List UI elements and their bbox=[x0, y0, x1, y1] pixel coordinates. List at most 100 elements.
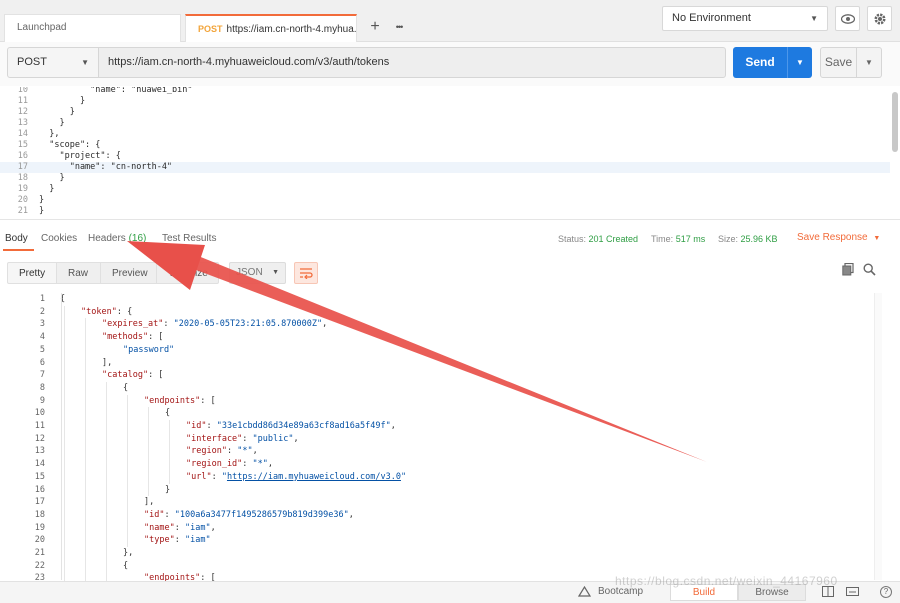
code-token: : [ bbox=[200, 395, 216, 406]
line-number: 5 bbox=[39, 344, 45, 355]
code-link[interactable]: https://iam.myhuaweicloud.com/v3.0 bbox=[227, 472, 401, 482]
response-body-editor[interactable]: 1{2 "token": {3 "expires_at": "2020-05-05T… bbox=[0, 291, 900, 581]
line-number: 8 bbox=[39, 382, 45, 393]
bootcamp-icon[interactable] bbox=[577, 585, 592, 600]
send-button[interactable]: Send bbox=[733, 47, 787, 78]
line-number: 3 bbox=[39, 319, 45, 330]
eye-icon[interactable] bbox=[835, 6, 860, 31]
request-code-line: 17 "name": "cn-north-4" bbox=[0, 162, 890, 173]
language-select[interactable]: JSON ▼ bbox=[229, 262, 286, 284]
save-button[interactable]: Save bbox=[820, 47, 857, 78]
code-token: "endpoints" bbox=[144, 573, 201, 581]
code-token: "2020-05-05T23:21:05.870000Z" bbox=[173, 319, 323, 330]
code-text: "interface": "public", bbox=[60, 434, 299, 444]
tab-headers[interactable]: Headers (16) bbox=[88, 233, 146, 244]
environment-select[interactable]: No Environment ▼ bbox=[662, 6, 828, 31]
response-code-line: 6], bbox=[0, 357, 890, 370]
request-code-line: 19 } bbox=[0, 184, 890, 195]
code-token: }, bbox=[123, 548, 134, 558]
tab-cookies[interactable]: Cookies bbox=[41, 233, 77, 244]
code-text: "id": "100a6a3477f1495286579b819d399e36"… bbox=[60, 510, 354, 520]
request-body-editor[interactable]: 10 "name": "huawei_bin" 11 } 12 } 13 } 14 },… bbox=[0, 87, 900, 220]
status-info: Status: 201 Created bbox=[558, 234, 638, 244]
two-pane-icon[interactable] bbox=[822, 586, 834, 600]
more-tabs-button[interactable]: ••• bbox=[388, 17, 410, 39]
code-text: "endpoints": [ bbox=[60, 573, 216, 581]
code-text: "region_id": "*", bbox=[60, 459, 273, 469]
environment-label: No Environment bbox=[672, 12, 751, 24]
keyboard-icon[interactable] bbox=[846, 586, 859, 600]
code-token: : bbox=[174, 535, 185, 546]
response-code-line: 3 "expires_at": "2020-05-05T23:21:05.8700… bbox=[0, 318, 890, 331]
tab-test-results[interactable]: Test Results bbox=[162, 233, 216, 244]
code-token: : bbox=[206, 421, 217, 431]
line-number: 4 bbox=[39, 332, 45, 343]
code-token: "iam" bbox=[184, 535, 211, 546]
code-text: "password" bbox=[60, 345, 174, 355]
code-token: "name" bbox=[144, 522, 175, 533]
size-label: Size: bbox=[718, 234, 739, 244]
response-code-line: 17], bbox=[0, 496, 890, 509]
code-token: " bbox=[400, 471, 407, 482]
chevron-down-icon: ▼ bbox=[796, 58, 804, 67]
line-number: 23 bbox=[34, 573, 45, 581]
code-token: "type" bbox=[144, 535, 175, 546]
size-value: 25.96 KB bbox=[740, 234, 778, 244]
code-token: { bbox=[123, 560, 129, 571]
line-number: 14 bbox=[34, 459, 45, 470]
code-token: : { bbox=[116, 306, 133, 317]
send-options-button[interactable]: ▼ bbox=[787, 47, 812, 78]
request-code-line: 14 }, bbox=[0, 129, 890, 140]
code-text: "type": "iam" bbox=[60, 535, 211, 545]
response-editor-scrollbar[interactable] bbox=[874, 293, 882, 580]
code-token: "endpoints" bbox=[144, 395, 201, 406]
response-code-line: 19 "name": "iam", bbox=[0, 522, 890, 535]
tab-launchpad[interactable]: Launchpad bbox=[4, 14, 181, 42]
request-code-line: 11 } bbox=[0, 96, 890, 107]
line-number: 20 bbox=[17, 195, 28, 205]
time-label: Time: bbox=[651, 234, 674, 244]
request-code-line: 21} bbox=[0, 206, 890, 217]
help-icon[interactable]: ? bbox=[880, 586, 892, 598]
method-select[interactable]: POST ▼ bbox=[7, 47, 99, 78]
indent-guide bbox=[64, 305, 65, 581]
code-token: "iam" bbox=[184, 522, 211, 533]
tab-active-request[interactable]: POST https://iam.cn-north-4.myhua... bbox=[185, 14, 357, 42]
save-options-button[interactable]: ▼ bbox=[857, 47, 882, 78]
code-text: { bbox=[60, 561, 128, 571]
code-token: ], bbox=[102, 357, 113, 368]
view-visualize-button[interactable]: Visualize bbox=[156, 262, 219, 284]
code-text: } bbox=[39, 184, 55, 194]
code-token: "*" bbox=[237, 446, 253, 457]
view-pretty-button[interactable]: Pretty bbox=[7, 262, 57, 284]
response-code-line: 4 "methods": [ bbox=[0, 331, 890, 344]
copy-icon[interactable] bbox=[840, 262, 856, 279]
code-text: } bbox=[39, 206, 45, 216]
request-code-line: 16 "project": { bbox=[0, 151, 890, 162]
gear-icon[interactable] bbox=[867, 6, 892, 31]
code-text: "id": "33e1cbdd86d34e89a63cf8ad16a5f49f"… bbox=[60, 421, 396, 431]
indent-guide bbox=[127, 394, 128, 547]
request-editor-scrollbar[interactable] bbox=[892, 92, 898, 152]
save-response-button[interactable]: Save Response ▼ bbox=[797, 232, 880, 243]
line-number: 17 bbox=[34, 497, 45, 508]
line-number: 15 bbox=[34, 471, 45, 482]
code-token: , bbox=[210, 522, 216, 533]
new-tab-button[interactable]: + bbox=[364, 17, 386, 39]
code-token: "id" bbox=[186, 421, 207, 431]
response-code-line: 1{ bbox=[0, 293, 890, 306]
code-token: { bbox=[165, 408, 171, 419]
url-input[interactable]: https://iam.cn-north-4.myhuaweicloud.com… bbox=[98, 47, 726, 78]
line-number: 18 bbox=[34, 509, 45, 520]
code-text: "url": "https://iam.myhuaweicloud.com/v3… bbox=[60, 472, 406, 482]
view-preview-button[interactable]: Preview bbox=[100, 262, 157, 284]
search-icon[interactable] bbox=[861, 263, 877, 279]
wrap-lines-icon[interactable] bbox=[294, 262, 318, 284]
code-token: : bbox=[242, 433, 253, 444]
code-token: "password" bbox=[123, 344, 175, 355]
code-text: ], bbox=[60, 497, 154, 507]
response-code-line: 7 "catalog": [ bbox=[0, 369, 890, 382]
line-number: 19 bbox=[34, 522, 45, 533]
tab-body[interactable]: Body bbox=[5, 233, 28, 244]
view-raw-button[interactable]: Raw bbox=[56, 262, 101, 284]
